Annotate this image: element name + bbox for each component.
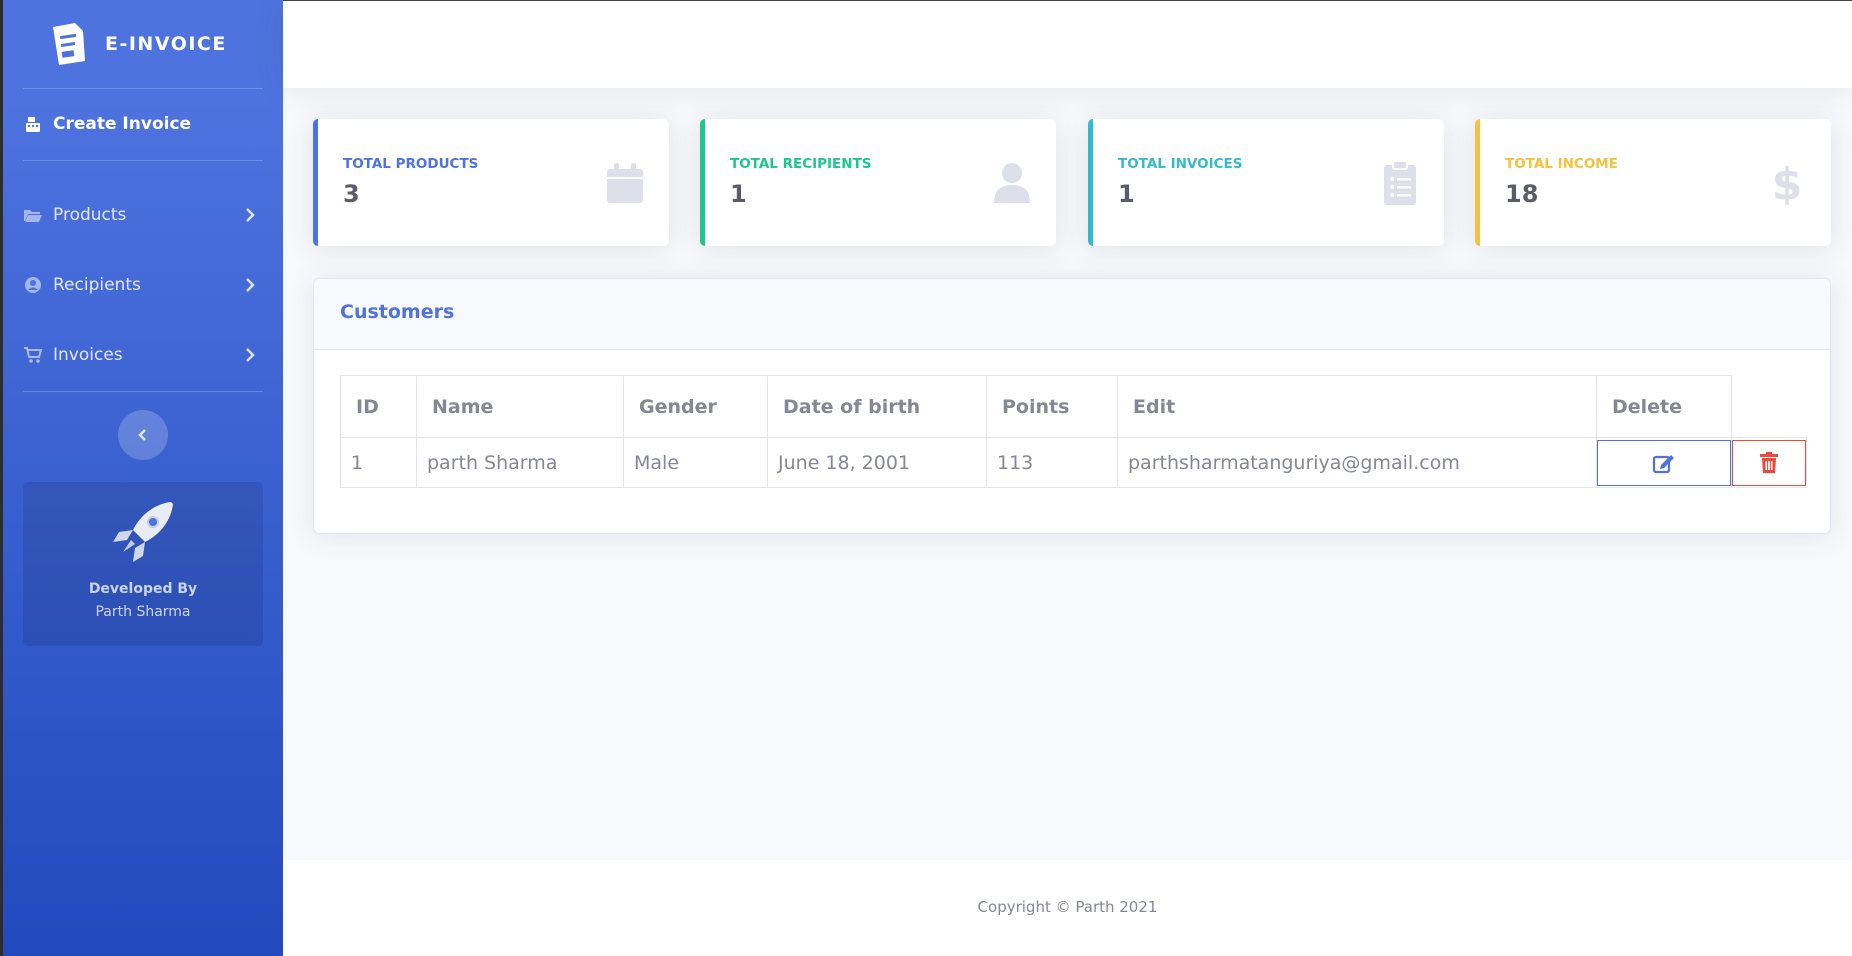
card-accent — [1088, 119, 1093, 246]
delete-button[interactable] — [1732, 440, 1806, 486]
column-header: Name — [416, 375, 624, 438]
card-accent — [313, 119, 318, 246]
stat-label: Total Invoices — [1118, 156, 1243, 172]
customers-table: ID Name Gender Date of birth Points Edit… — [340, 375, 1807, 488]
column-header: Gender — [623, 375, 768, 438]
stat-card-total-income: Total Income 18 $ — [1475, 119, 1831, 246]
sidebar-divider — [23, 160, 263, 161]
table-header-row: ID Name Gender Date of birth Points Edit… — [340, 375, 1807, 438]
footer: Copyright © Parth 2021 — [283, 860, 1852, 956]
dollar-icon: $ — [1772, 161, 1803, 205]
promo-title: Developed By — [88, 581, 198, 597]
sidebar-item-products[interactable]: Products — [3, 195, 283, 235]
sidebar-item-invoices[interactable]: Invoices — [3, 335, 283, 375]
sidebar-divider — [23, 391, 263, 392]
customers-card: Customers ID Name Gender Date of birth P… — [313, 278, 1831, 534]
card-title: Customers — [340, 301, 455, 323]
chevron-left-icon — [138, 429, 146, 441]
chevron-right-icon — [246, 348, 255, 362]
cart-icon — [23, 345, 43, 365]
column-header: Delete — [1596, 375, 1732, 438]
stat-label: Total Recipients — [730, 156, 872, 172]
sidebar-item-label: Recipients — [53, 275, 141, 295]
cell-id: 1 — [340, 437, 417, 488]
stat-card-total-products: Total Products 3 — [313, 119, 669, 246]
column-header: ID — [340, 375, 417, 438]
cell-edit — [1596, 437, 1732, 488]
column-header: Edit — [1117, 375, 1597, 438]
svg-text:$: $ — [1772, 161, 1803, 205]
card-accent — [1475, 119, 1480, 246]
cell-email: parthsharmatanguriya@gmail.com — [1117, 437, 1597, 488]
sidebar-item-recipients[interactable]: Recipients — [3, 265, 283, 305]
folder-open-icon — [23, 205, 43, 225]
sidebar-item-create-invoice[interactable]: Create Invoice — [3, 104, 283, 144]
rocket-icon — [113, 502, 173, 562]
cell-points: 113 — [986, 437, 1118, 488]
edit-icon — [1652, 455, 1674, 474]
cash-register-icon — [23, 114, 43, 134]
sidebar-item-label: Invoices — [53, 345, 123, 365]
column-header-spacer — [1731, 375, 1807, 438]
cell-name: parth Sharma — [416, 437, 624, 488]
brand-link[interactable]: E-INVOICE — [3, 0, 283, 88]
cell-gender: Male — [623, 437, 768, 488]
cell-dob: June 18, 2001 — [767, 437, 987, 488]
user-icon — [994, 163, 1030, 203]
copyright-text: Copyright © Parth 2021 — [977, 898, 1158, 916]
stat-value: 1 — [730, 180, 747, 208]
stat-value: 3 — [343, 180, 360, 208]
trash-icon — [1760, 452, 1778, 473]
sidebar-item-label: Create Invoice — [53, 114, 192, 134]
card-accent — [700, 119, 705, 246]
brand-name: E-INVOICE — [105, 33, 227, 55]
cell-delete — [1731, 437, 1807, 488]
sidebar-promo-card: Developed By Parth Sharma — [23, 482, 263, 646]
stat-value: 18 — [1505, 180, 1539, 208]
chevron-right-icon — [246, 208, 255, 222]
card-header: Customers — [314, 279, 1830, 350]
stat-label: Total Products — [343, 156, 479, 172]
edit-button[interactable] — [1597, 440, 1731, 486]
stat-card-total-recipients: Total Recipients 1 — [700, 119, 1056, 246]
column-header: Date of birth — [767, 375, 987, 438]
stat-value: 1 — [1118, 180, 1135, 208]
table-row: 1 parth Sharma Male June 18, 2001 113 pa… — [340, 437, 1807, 488]
user-circle-icon — [23, 275, 43, 295]
topbar — [283, 0, 1852, 88]
sidebar-divider — [23, 88, 263, 89]
calendar-icon — [607, 163, 643, 203]
chevron-right-icon — [246, 278, 255, 292]
stat-label: Total Income — [1505, 156, 1618, 172]
sidebar-toggle-button[interactable] — [118, 410, 168, 460]
sidebar-item-label: Products — [53, 205, 127, 225]
clipboard-list-icon — [1384, 161, 1416, 205]
promo-subtitle: Parth Sharma — [95, 604, 191, 620]
stat-card-total-invoices: Total Invoices 1 — [1088, 119, 1444, 246]
sidebar: E-INVOICE Create Invoice Products Recipi… — [0, 0, 283, 956]
invoice-document-icon — [53, 23, 85, 65]
column-header: Points — [986, 375, 1118, 438]
